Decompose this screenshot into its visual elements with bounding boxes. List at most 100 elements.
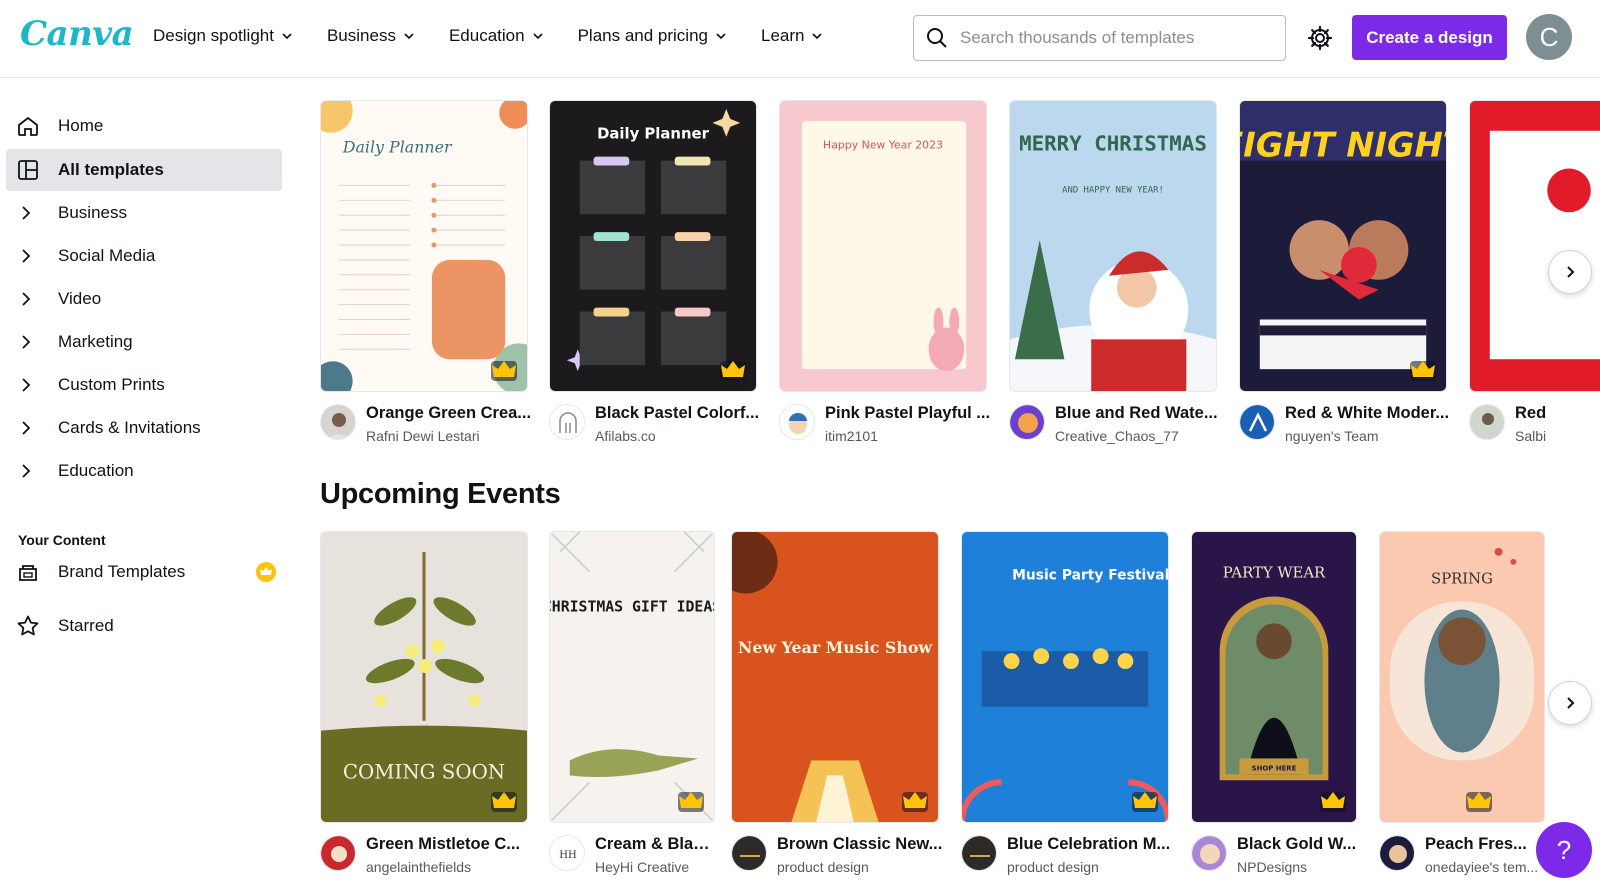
nav-learn[interactable]: Learn xyxy=(761,26,823,46)
template-thumbnail[interactable]: Music Party Festival xyxy=(961,531,1169,823)
template-creator[interactable]: NPDesigns xyxy=(1237,859,1357,875)
template-meta: Blue and Red Wate... Creative_Chaos_77 xyxy=(1009,402,1259,448)
template-thumbnail[interactable]: SPRING xyxy=(1379,531,1545,823)
template-title[interactable]: Black Gold W... xyxy=(1237,835,1357,854)
sidebar-item-education[interactable]: Education xyxy=(6,450,282,492)
template-thumbnail[interactable]: CHRISTMAS GIFT IDEAS xyxy=(549,531,715,823)
template-title[interactable]: Red & White Moder... xyxy=(1285,404,1455,423)
template-title[interactable]: Red xyxy=(1515,404,1600,423)
crown-icon xyxy=(1132,792,1158,812)
template-meta: Red Salbi xyxy=(1469,402,1600,448)
template-creator[interactable]: itim2101 xyxy=(825,428,995,444)
creator-avatar xyxy=(1009,404,1045,440)
creator-avatar xyxy=(1469,404,1505,440)
template-thumbnail[interactable]: Daily Planner xyxy=(320,100,528,392)
chevron-down-icon xyxy=(533,33,543,40)
search-input[interactable] xyxy=(960,28,1260,48)
template-meta: Orange Green Crea... Rafni Dewi Lestari xyxy=(320,402,570,448)
template-thumbnail[interactable]: PARTY WEAR SHOP HERE xyxy=(1191,531,1357,823)
sidebar-item-label: All templates xyxy=(58,160,164,179)
nav-plans-pricing[interactable]: Plans and pricing xyxy=(578,26,727,46)
help-button[interactable]: ? xyxy=(1536,822,1592,878)
main-nav: Design spotlight Business Education Plan… xyxy=(153,26,857,46)
scroll-right-button[interactable] xyxy=(1548,250,1592,294)
thumb-text: PARTY WEAR xyxy=(1223,564,1326,582)
sidebar-item-custom-prints[interactable]: Custom Prints xyxy=(6,364,282,406)
template-thumbnail[interactable]: COMING SOON xyxy=(320,531,528,823)
sidebar-item-starred[interactable]: Starred xyxy=(6,605,282,647)
template-thumbnail[interactable]: MERRY CHRISTMAS AND HAPPY NEW YEAR! xyxy=(1009,100,1217,392)
template-title[interactable]: Pink Pastel Playful ... xyxy=(825,404,995,423)
template-creator[interactable]: Afilabs.co xyxy=(595,428,765,444)
sidebar-item-label: Custom Prints xyxy=(58,375,165,394)
sidebar-item-cards-invitations[interactable]: Cards & Invitations xyxy=(6,407,282,449)
nav-business[interactable]: Business xyxy=(327,26,415,46)
template-title[interactable]: Cream & Blac... xyxy=(595,835,715,854)
sidebar-item-marketing[interactable]: Marketing xyxy=(6,321,282,363)
sidebar-item-label: Social Media xyxy=(58,246,156,265)
chevron-right-icon xyxy=(22,335,31,349)
creator-avatar xyxy=(779,404,815,440)
search-box xyxy=(913,15,1286,61)
template-title[interactable]: Black Pastel Colorf... xyxy=(595,404,765,423)
svg-text:HH: HH xyxy=(559,850,577,861)
template-creator[interactable]: HeyHi Creative xyxy=(595,859,715,875)
nav-design-spotlight[interactable]: Design spotlight xyxy=(153,26,293,46)
sidebar-item-label: Brand Templates xyxy=(58,562,186,581)
template-creator[interactable]: product design xyxy=(777,859,947,875)
nav-label: Design spotlight xyxy=(153,26,274,45)
sidebar-item-home[interactable]: Home xyxy=(6,105,282,147)
canva-logo[interactable]: Canva xyxy=(20,14,134,54)
crown-icon xyxy=(491,792,517,812)
sidebar-item-brand-templates[interactable]: Brand Templates xyxy=(6,551,282,593)
create-design-button[interactable]: Create a design xyxy=(1352,15,1507,60)
sidebar-item-social-media[interactable]: Social Media xyxy=(6,235,282,277)
template-creator[interactable]: Rafni Dewi Lestari xyxy=(366,428,536,444)
creator-avatar xyxy=(961,835,997,871)
template-title[interactable]: Peach Fres... xyxy=(1425,835,1545,854)
search-icon xyxy=(927,28,947,48)
nav-label: Learn xyxy=(761,26,805,45)
template-creator[interactable]: angelainthefields xyxy=(366,859,536,875)
scroll-right-button[interactable] xyxy=(1548,681,1592,725)
template-meta: Black Pastel Colorf... Afilabs.co xyxy=(549,402,799,448)
template-title[interactable]: Blue and Red Wate... xyxy=(1055,404,1225,423)
template-thumbnail[interactable]: New Year Music Show xyxy=(731,531,939,823)
thumb-text: CHRISTMAS GIFT IDEAS xyxy=(550,597,714,615)
user-avatar[interactable]: C xyxy=(1526,14,1572,60)
sidebar-item-all-templates[interactable]: All templates xyxy=(6,149,282,191)
template-creator[interactable]: Creative_Chaos_77 xyxy=(1055,428,1225,444)
template-thumbnail[interactable]: Daily Planner xyxy=(549,100,757,392)
template-thumbnail[interactable]: FIGHT NIGHT xyxy=(1239,100,1447,392)
template-title[interactable]: Orange Green Crea... xyxy=(366,404,536,423)
template-thumbnail[interactable] xyxy=(1469,100,1600,392)
sidebar-item-label: Business xyxy=(58,203,127,222)
chevron-right-icon xyxy=(1567,266,1575,278)
chevron-down-icon xyxy=(404,33,414,40)
gear-icon[interactable] xyxy=(1306,24,1334,52)
thumb-text: Happy New Year 2023 xyxy=(823,139,943,152)
thumb-text: SPRING xyxy=(1431,570,1493,588)
template-thumbnail[interactable]: Happy New Year 2023 xyxy=(779,100,987,392)
creator-avatar: HH xyxy=(549,835,585,871)
sidebar-item-video[interactable]: Video xyxy=(6,278,282,320)
sidebar-item-label: Cards & Invitations xyxy=(58,418,201,437)
crown-icon xyxy=(1410,361,1436,381)
template-creator[interactable]: onedayiee's tem... xyxy=(1425,859,1545,875)
chevron-right-icon xyxy=(22,292,31,306)
thumb-text: Daily Planner xyxy=(597,125,709,143)
template-creator[interactable]: product design xyxy=(1007,859,1177,875)
creator-avatar xyxy=(320,835,356,871)
template-creator[interactable]: nguyen's Team xyxy=(1285,428,1455,444)
template-title[interactable]: Green Mistletoe C... xyxy=(366,835,536,854)
chevron-right-icon xyxy=(22,378,31,392)
template-creator[interactable]: Salbi xyxy=(1515,428,1600,444)
sidebar-item-label: Video xyxy=(58,289,102,308)
nav-label: Plans and pricing xyxy=(577,26,708,45)
template-title[interactable]: Brown Classic New... xyxy=(777,835,947,854)
template-title[interactable]: Blue Celebration M... xyxy=(1007,835,1177,854)
templates-icon xyxy=(18,160,38,180)
nav-education[interactable]: Education xyxy=(449,26,544,46)
thumb-subtext: SHOP HERE xyxy=(1252,764,1297,772)
sidebar-item-business[interactable]: Business xyxy=(6,192,282,234)
